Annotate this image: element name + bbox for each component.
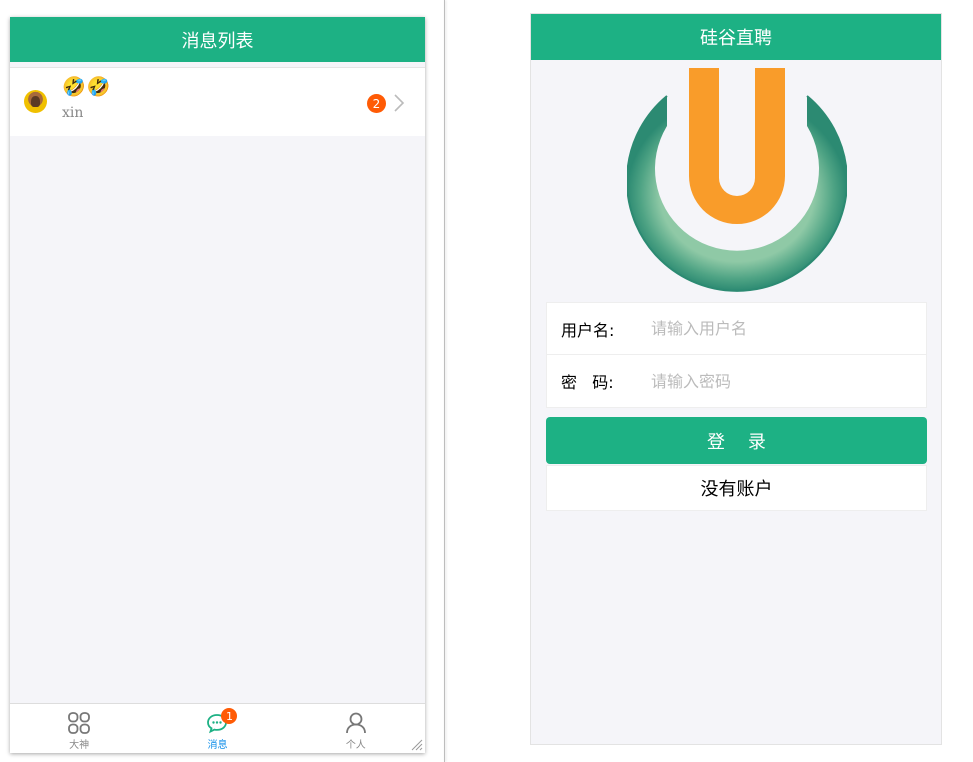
nav-bar: 硅谷直聘 — [531, 14, 941, 60]
username-input[interactable] — [651, 319, 911, 338]
login-form: 用户名: 密 码: — [546, 302, 927, 408]
chevron-right-icon — [394, 94, 405, 112]
app-title: 硅谷直聘 — [700, 28, 772, 49]
password-label: 密 码: — [561, 373, 614, 392]
tab-personal[interactable]: 个人 — [287, 704, 425, 753]
username-row: 用户名: — [547, 303, 926, 355]
register-button[interactable]: 没有账户 — [546, 465, 927, 511]
window-divider[interactable] — [444, 0, 445, 762]
resize-grip-icon[interactable] — [411, 739, 423, 751]
message-last-text: 🤣🤣 — [62, 76, 112, 98]
tab-bar: 大神 1 消息 个人 — [10, 703, 425, 753]
avatar — [24, 90, 47, 113]
login-button[interactable]: 登 录 — [546, 417, 927, 464]
tab-messages[interactable]: 1 消息 — [148, 704, 286, 753]
tab-label: 大神 — [69, 740, 90, 751]
message-list-item[interactable]: 🤣🤣 xin 2 — [10, 68, 425, 136]
tab-unread-badge: 1 — [221, 708, 238, 724]
tab-dashen[interactable]: 大神 — [10, 704, 148, 753]
nav-bar: 消息列表 — [10, 17, 425, 62]
grid-icon — [68, 712, 91, 734]
unread-badge: 2 — [367, 94, 386, 113]
username-label: 用户名: — [561, 320, 615, 340]
tab-label: 个人 — [345, 740, 366, 751]
page-title: 消息列表 — [181, 30, 254, 52]
app-logo — [627, 68, 847, 292]
person-icon — [345, 712, 366, 734]
login-screen: 硅谷直聘 用户名: 密 码: 登 录 没有账户 — [530, 13, 942, 745]
message-list: 🤣🤣 xin 2 — [10, 67, 425, 136]
message-sender-name: xin — [62, 105, 84, 121]
password-row: 密 码: — [547, 355, 926, 407]
password-input[interactable] — [651, 371, 911, 391]
tab-label: 消息 — [207, 740, 228, 751]
message-list-screen: 消息列表 🤣🤣 xin 2 大神 1 消息 个人 — [10, 17, 425, 753]
message-content: 🤣🤣 xin — [62, 75, 111, 121]
